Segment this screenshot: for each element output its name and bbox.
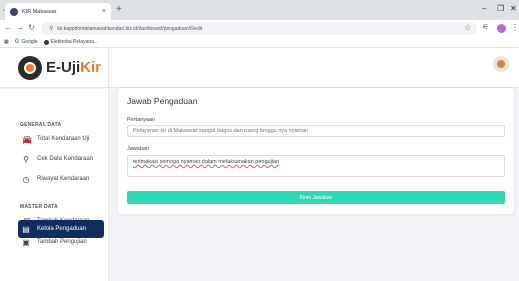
apps-icon[interactable]: ▦ [4,39,9,45]
menu-kebab-icon[interactable]: ⋮ [511,23,519,32]
history-icon: ◷ [22,174,30,184]
bookmarks-bar: ▦ G Google Elektroba Pelayana... [0,37,519,48]
sidebar-divider [108,48,109,281]
brand-name-part2: Kir [80,59,102,76]
section-title-general: GENERAL DATA [20,122,62,128]
back-icon[interactable]: ← [4,23,12,32]
sidebar-item-riwayat[interactable]: ◷ Riwayat Kendaraan [18,170,104,188]
bookmark-elektroba[interactable]: Elektroba Pelayana... [43,39,99,45]
brand-logo[interactable]: E-UjiKir [46,59,101,76]
clipboard-icon: ▤ [22,224,30,234]
address-bar[interactable]: ⚲ kir.kappdomtelamanahkendari.biz.id/das… [41,22,477,35]
brand-name-part1: E-Uji [46,59,81,76]
search-icon: ⚲ [23,154,29,164]
reload-icon[interactable]: ↻ [28,23,35,32]
section-title-master: MASTER DATA [20,204,58,210]
profile-avatar[interactable] [497,24,506,33]
sidebar-item-label: Kelola Pengaduan [37,226,87,232]
car-icon: 🚘 [22,134,32,144]
sidebar-item-label: Tambah Pengujian [37,239,87,245]
bookmark-google[interactable]: G Google [15,39,38,45]
answer-textarea[interactable]: terimakasi semoga nyaman dalam melaksana… [127,155,505,177]
bookmark-label: Elektroba Pelayana... [50,39,99,45]
sidebar-item-label: Cek Data Kendaraan [37,156,94,162]
sidebar-item-cek-data[interactable]: ⚲ Cek Data Kendaraan [18,150,104,168]
page-title: Jawab Pengaduan [127,96,198,106]
google-icon: G [14,39,20,45]
browser-tabstrip: ⌄ KIR Makassar × + – ❐ ✕ [0,0,519,20]
close-window-icon[interactable]: ✕ [510,4,517,13]
forward-icon[interactable]: → [16,23,24,32]
sidebar-item-label: Total Kendaraan Uji [37,136,90,142]
favicon-icon [10,7,18,16]
url-text: kir.kappdomtelamanahkendari.biz.id/dashb… [57,25,203,32]
answer-complaint-card: Jawab Pengaduan Pertanyaan Jawaban terim… [118,88,514,214]
sidebar-item-kelola-pengaduan[interactable]: ▤ Kelola Pengaduan [18,220,104,238]
minimize-icon[interactable]: – [482,4,486,13]
close-tab-icon[interactable]: × [102,8,106,15]
extensions-icon[interactable]: ⚟ [482,23,488,31]
calendar-icon: ▣ [22,237,30,247]
browser-toolbar: ← → ↻ ⚲ kir.kappdomtelamanahkendari.biz.… [0,20,519,37]
bookmark-label: Google [21,39,38,45]
sidebar: GENERAL DATA 🚘 Total Kendaraan Uji ⚲ Cek… [0,89,108,281]
site-icon [43,39,49,45]
question-label: Pertanyaan [127,117,156,123]
user-avatar[interactable] [493,56,509,72]
question-field[interactable] [127,125,505,137]
restore-icon[interactable]: ❐ [497,4,504,13]
sidebar-item-label: Riwayat Kendaraan [37,176,90,182]
logo-icon [18,56,42,80]
tab-title: KIR Makassar [22,8,57,15]
submit-answer-button[interactable]: Kirim Jawaban [127,191,505,204]
answer-label: Jawaban [127,146,150,152]
new-tab-button[interactable]: + [116,4,122,15]
sidebar-item-total-kendaraan[interactable]: 🚘 Total Kendaraan Uji [18,130,104,148]
app-header: E-UjiKir [0,48,519,88]
site-info-icon[interactable]: ⚲ [49,25,53,32]
bookmark-star-icon[interactable]: ☆ [464,23,471,32]
browser-tab[interactable]: KIR Makassar × [5,3,111,20]
